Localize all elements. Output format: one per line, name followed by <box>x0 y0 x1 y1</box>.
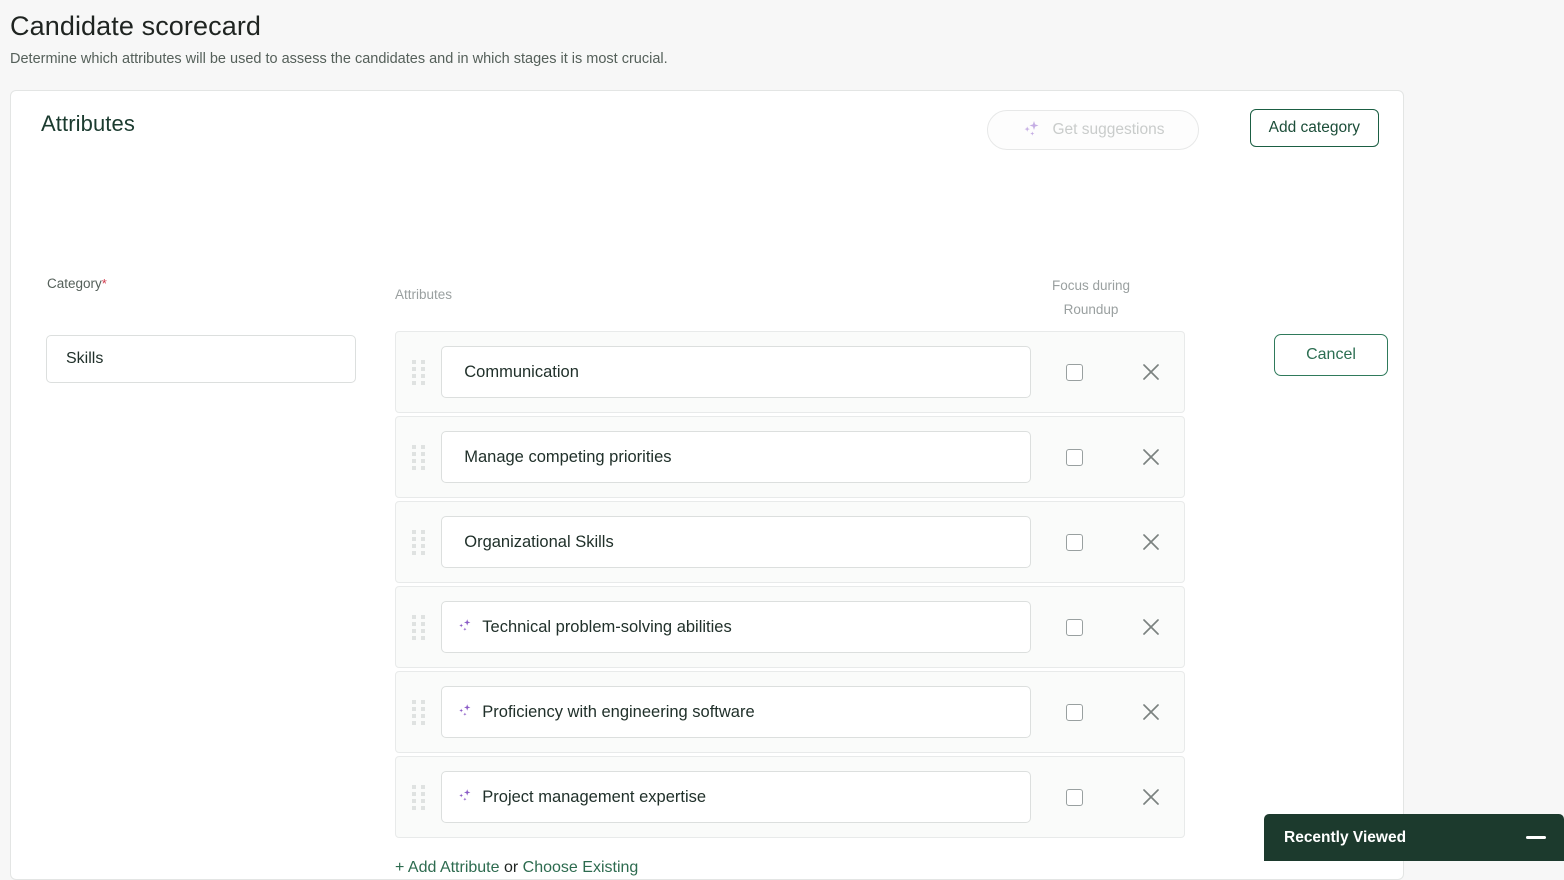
focus-header-line2: Roundup <box>1063 302 1119 317</box>
attribute-row <box>395 331 1185 413</box>
get-suggestions-button[interactable]: Get suggestions <box>987 110 1199 150</box>
sparkles-icon <box>456 787 476 807</box>
focus-during-roundup-checkbox[interactable] <box>1066 618 1084 636</box>
attribute-input-wrap <box>441 771 1032 823</box>
remove-attribute-button[interactable] <box>1118 361 1184 383</box>
focus-during-roundup-checkbox[interactable] <box>1066 363 1084 381</box>
drag-handle-icon[interactable] <box>396 699 441 725</box>
attribute-name-input[interactable] <box>462 446 1019 468</box>
recently-viewed-title: Recently Viewed <box>1284 828 1407 846</box>
attribute-input-wrap <box>441 346 1032 398</box>
attribute-row <box>395 501 1185 583</box>
cancel-button[interactable]: Cancel <box>1274 334 1388 376</box>
category-label-text: Category <box>47 276 102 291</box>
attribute-row <box>395 671 1185 753</box>
attribute-input-wrap <box>441 431 1032 483</box>
focus-checkbox-cell <box>1031 788 1118 806</box>
get-suggestions-label: Get suggestions <box>1052 121 1165 138</box>
attribute-name-input[interactable] <box>480 701 1019 723</box>
focus-checkbox-cell <box>1031 703 1118 721</box>
required-asterisk: * <box>101 276 107 291</box>
focus-during-roundup-checkbox[interactable] <box>1066 533 1084 551</box>
page-header: Candidate scorecard Determine which attr… <box>0 0 1564 68</box>
drag-handle-icon[interactable] <box>396 529 441 555</box>
remove-attribute-button[interactable] <box>1118 531 1184 553</box>
attributes-list <box>395 331 1185 841</box>
attributes-card: Attributes Get suggestions Add category … <box>10 90 1404 880</box>
attribute-name-input[interactable] <box>462 361 1019 383</box>
remove-attribute-button[interactable] <box>1118 786 1184 808</box>
minimize-icon[interactable] <box>1526 836 1546 839</box>
sparkles-icon <box>1021 119 1045 141</box>
focus-during-roundup-checkbox[interactable] <box>1066 788 1084 806</box>
page-title: Candidate scorecard <box>10 11 262 41</box>
add-attribute-line: + Add Attribute or Choose Existing <box>395 859 638 877</box>
attribute-row <box>395 756 1185 838</box>
focus-during-roundup-checkbox[interactable] <box>1066 703 1084 721</box>
focus-column-header: Focus during Roundup <box>1033 274 1149 322</box>
recently-viewed-bar[interactable]: Recently Viewed <box>1264 814 1564 861</box>
attributes-column-header: Attributes <box>395 287 453 302</box>
focus-checkbox-cell <box>1031 363 1118 381</box>
category-label: Category* <box>47 276 107 291</box>
focus-checkbox-cell <box>1031 618 1118 636</box>
choose-existing-link[interactable]: Choose Existing <box>523 859 639 876</box>
attribute-row <box>395 416 1185 498</box>
focus-checkbox-cell <box>1031 448 1118 466</box>
remove-attribute-button[interactable] <box>1118 446 1184 468</box>
drag-handle-icon[interactable] <box>396 784 441 810</box>
page-subtitle: Determine which attributes will be used … <box>10 51 668 67</box>
focus-checkbox-cell <box>1031 533 1118 551</box>
drag-handle-icon[interactable] <box>396 614 441 640</box>
attribute-input-wrap <box>441 516 1032 568</box>
or-label: or <box>503 859 519 876</box>
add-attribute-link[interactable]: + Add Attribute <box>395 859 500 876</box>
attribute-name-input[interactable] <box>462 531 1019 553</box>
attribute-name-input[interactable] <box>480 616 1019 638</box>
card-header: Attributes Get suggestions Add category <box>11 91 1403 165</box>
attribute-input-wrap <box>441 686 1032 738</box>
attribute-input-wrap <box>441 601 1032 653</box>
remove-attribute-button[interactable] <box>1118 616 1184 638</box>
focus-header-line1: Focus during <box>1051 278 1131 293</box>
remove-attribute-button[interactable] <box>1118 701 1184 723</box>
sparkles-icon <box>456 617 476 637</box>
drag-handle-icon[interactable] <box>396 359 441 385</box>
drag-handle-icon[interactable] <box>396 444 441 470</box>
add-category-button[interactable]: Add category <box>1249 109 1379 147</box>
attribute-name-input[interactable] <box>480 786 1019 808</box>
focus-during-roundup-checkbox[interactable] <box>1066 448 1084 466</box>
attribute-row <box>395 586 1185 668</box>
category-name-input[interactable] <box>46 335 356 383</box>
card-title: Attributes <box>41 111 135 136</box>
sparkles-icon <box>456 702 476 722</box>
